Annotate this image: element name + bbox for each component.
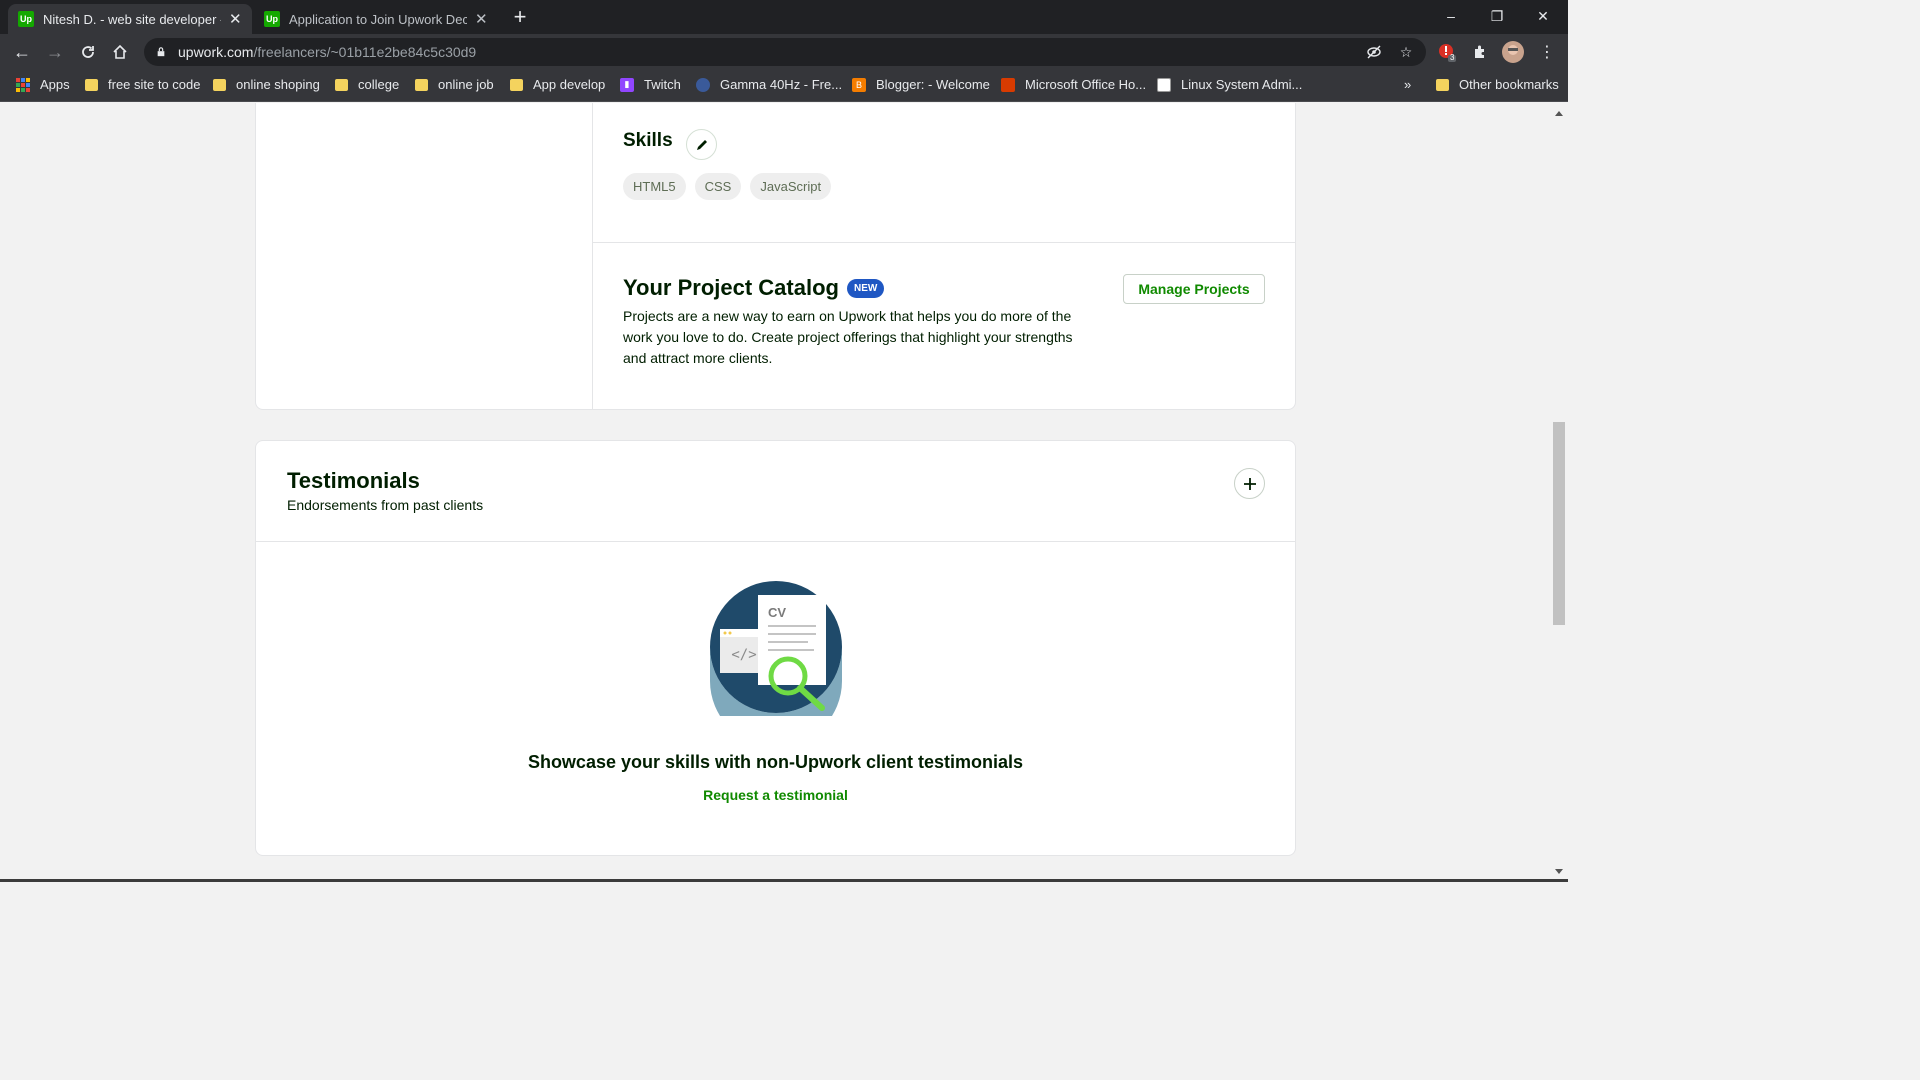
testimonial-illustration: </> CV (710, 581, 842, 716)
gamma-icon (696, 77, 710, 92)
reload-button[interactable] (76, 40, 100, 64)
edit-skills-button[interactable] (686, 129, 717, 160)
svg-text:CV: CV (768, 605, 786, 620)
skill-chip[interactable]: JavaScript (750, 173, 832, 200)
bookmark-blogger[interactable]: B Blogger: - Welcome (852, 77, 990, 92)
page-content: Skills HTML5 CSS JavaScript Your Project… (0, 103, 1550, 882)
blogger-icon: B (852, 77, 866, 92)
scrollbar-thumb[interactable] (1553, 422, 1565, 625)
folder-icon (415, 78, 428, 91)
bookmark-online-shoping[interactable]: online shoping (213, 77, 320, 92)
skill-chip[interactable]: CSS (694, 173, 742, 200)
bookmark-microsoft-office[interactable]: Microsoft Office Ho... (1001, 77, 1146, 92)
office-icon (1001, 77, 1015, 92)
column-divider (592, 103, 593, 410)
folder-icon (85, 78, 98, 91)
bookmark-twitch[interactable]: ▮ Twitch (620, 77, 681, 92)
home-icon (113, 44, 127, 59)
upwork-favicon-icon: Up (264, 11, 280, 27)
skills-heading: Skills (623, 130, 673, 151)
browser-toolbar: ← → upwork.com/freelancers/~01b11e2be84c… (0, 34, 1568, 70)
bookmark-star-icon[interactable]: ☆ (1398, 44, 1414, 60)
folder-icon (1436, 78, 1449, 91)
upwork-favicon-icon: Up (18, 11, 34, 27)
restore-button[interactable]: ❐ (1474, 0, 1520, 32)
tab-title: Application to Join Upwork Declined (289, 11, 467, 27)
testimonials-subtitle: Endorsements from past clients (287, 497, 484, 513)
close-tab-icon[interactable]: ✕ (229, 10, 242, 28)
linux-icon (1157, 77, 1171, 92)
reload-icon (82, 46, 94, 58)
browser-titlebar: Up Nitesh D. - web site developer - Upwo… (0, 0, 1568, 34)
twitch-icon: ▮ (620, 77, 634, 92)
profile-avatar[interactable] (1502, 41, 1524, 63)
tab-application-declined[interactable]: Up Application to Join Upwork Declined ✕ (254, 4, 498, 34)
skills-list: HTML5 CSS JavaScript (623, 173, 832, 200)
bookmark-app-develop[interactable]: App develop (510, 77, 605, 92)
section-divider (593, 242, 1296, 243)
folder-icon (510, 78, 523, 91)
close-window-button[interactable]: ✕ (1520, 0, 1566, 32)
scroll-down-icon[interactable] (1555, 869, 1563, 874)
testimonials-heading: Testimonials (287, 468, 420, 493)
svg-text:</>: </> (731, 647, 756, 663)
section-divider (256, 541, 1295, 542)
bookmark-apps[interactable]: Apps (16, 77, 70, 92)
lock-icon (157, 47, 165, 57)
bookmarks-bar: Apps free site to code online shoping co… (0, 70, 1568, 102)
tab-title: Nitesh D. - web site developer - Upwork (43, 11, 221, 27)
page-scrollbar[interactable] (1550, 103, 1568, 882)
bookmark-other[interactable]: Other bookmarks (1436, 77, 1559, 92)
bookmark-linux-system[interactable]: Linux System Admi... (1157, 77, 1302, 92)
close-tab-icon[interactable]: ✕ (475, 10, 488, 28)
plus-icon (1243, 477, 1256, 490)
puzzle-extensions-icon[interactable] (1469, 41, 1491, 63)
url-text: upwork.com/freelancers/~01b11e2be84c5c30… (178, 44, 477, 60)
forward-button[interactable]: → (43, 40, 67, 64)
project-catalog-heading: Your Project Catalog NEW (623, 275, 885, 301)
new-tab-button[interactable]: + (509, 6, 531, 28)
folder-icon (335, 78, 348, 91)
address-bar[interactable]: upwork.com/freelancers/~01b11e2be84c5c30… (144, 38, 1426, 66)
add-testimonial-button[interactable] (1234, 468, 1265, 499)
back-button[interactable]: ← (10, 40, 34, 64)
project-catalog-description: Projects are a new way to earn on Upwork… (623, 308, 1073, 366)
skill-chip[interactable]: HTML5 (623, 173, 686, 200)
tab-upwork-profile[interactable]: Up Nitesh D. - web site developer - Upwo… (8, 4, 252, 34)
pencil-icon (696, 139, 707, 150)
eye-blocked-icon[interactable] (1366, 44, 1382, 60)
showcase-heading: Showcase your skills with non-Upwork cli… (527, 752, 1024, 772)
bookmark-college[interactable]: college (335, 77, 399, 92)
bookmark-online-job[interactable]: online job (415, 77, 494, 92)
profile-card: Skills HTML5 CSS JavaScript Your Project… (255, 103, 1296, 410)
window-bottom-edge (0, 879, 1568, 882)
chrome-menu-icon[interactable]: ⋮ (1536, 41, 1558, 63)
bookmark-free-site-to-code[interactable]: free site to code (85, 77, 201, 92)
scroll-up-icon[interactable] (1555, 111, 1563, 116)
bookmark-gamma[interactable]: Gamma 40Hz - Fre... (696, 77, 842, 92)
new-badge: NEW (846, 278, 885, 298)
more-bookmarks-button[interactable]: » (1404, 77, 1411, 92)
manage-projects-button[interactable]: Manage Projects (1123, 274, 1265, 304)
folder-icon (213, 78, 226, 91)
extension-badge: 3 (1450, 53, 1455, 62)
home-button[interactable] (108, 40, 132, 64)
testimonials-card: Testimonials Endorsements from past clie… (255, 440, 1296, 856)
apps-grid-icon (16, 77, 30, 92)
request-testimonial-link[interactable]: Request a testimonial (256, 787, 1295, 803)
extension-alert-icon[interactable]: 3 (1436, 41, 1458, 63)
minimize-button[interactable]: – (1428, 0, 1474, 32)
